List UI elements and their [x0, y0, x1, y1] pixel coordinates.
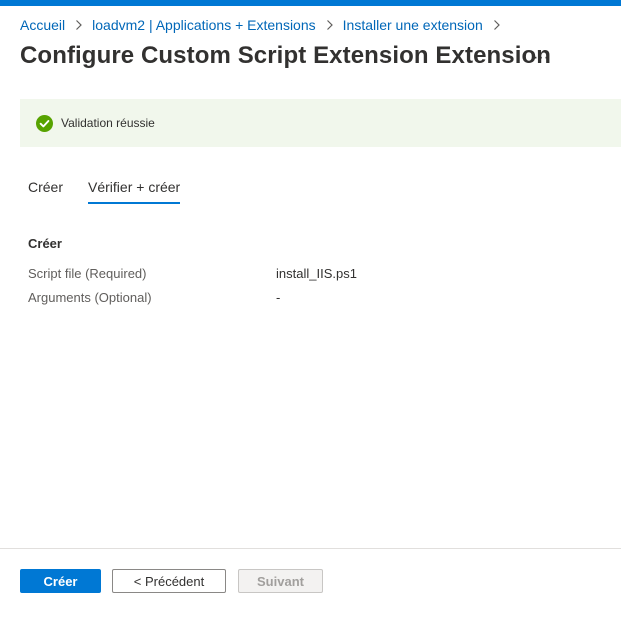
breadcrumb: Accueil loadvm2 | Applications + Extensi… — [20, 16, 510, 34]
summary-row-arguments: Arguments (Optional) - — [28, 290, 588, 308]
tab-create[interactable]: Créer — [28, 178, 63, 204]
breadcrumb-item-install-extension[interactable]: Installer une extension — [343, 17, 483, 33]
chevron-right-icon — [76, 20, 82, 30]
validation-banner: Validation réussie — [20, 99, 621, 147]
breadcrumb-item-vm[interactable]: loadvm2 | Applications + Extensions — [92, 17, 316, 33]
validation-message: Validation réussie — [61, 116, 155, 130]
tab-strip: Créer Vérifier + créer — [28, 178, 205, 206]
chevron-right-icon — [326, 20, 333, 30]
summary-value: install_IIS.ps1 — [276, 266, 357, 281]
summary-label: Script file (Required) — [28, 266, 147, 281]
page-title: Configure Custom Script Extension Extens… — [20, 42, 552, 69]
summary-value: - — [276, 290, 281, 305]
check-circle-icon — [36, 114, 53, 132]
top-accent-bar — [0, 0, 621, 6]
section-title: Créer — [28, 236, 62, 251]
more-options-button[interactable]: ··· — [531, 48, 551, 68]
summary-row-script-file: Script file (Required) install_IIS.ps1 — [28, 266, 588, 284]
previous-button[interactable]: < Précédent — [112, 569, 226, 593]
summary-label: Arguments (Optional) — [28, 290, 152, 305]
next-button[interactable]: Suivant — [238, 569, 323, 593]
create-button[interactable]: Créer — [20, 569, 101, 593]
breadcrumb-item-home[interactable]: Accueil — [20, 17, 65, 33]
chevron-right-icon — [493, 20, 500, 30]
footer-divider — [0, 548, 621, 549]
tab-review-create[interactable]: Vérifier + créer — [88, 178, 181, 204]
